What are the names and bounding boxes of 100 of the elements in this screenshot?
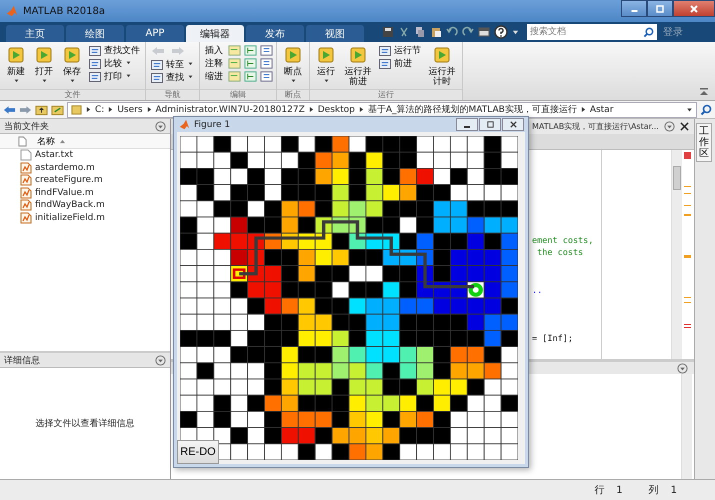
panel-menu-icon[interactable] <box>155 354 166 366</box>
ribbon-button[interactable]: 运行 <box>313 44 339 89</box>
code-line: ement costs, <box>532 236 594 246</box>
file-item[interactable]: Astar.txt <box>0 149 170 162</box>
matlab-logo-icon <box>6 5 18 17</box>
paste-icon[interactable] <box>430 26 442 38</box>
help-icon[interactable] <box>494 25 508 39</box>
ribbon-button[interactable]: 转至 <box>149 58 196 71</box>
ribbon-button[interactable]: 缩进 <box>203 70 225 83</box>
tool-icon[interactable] <box>244 70 257 83</box>
path-segment[interactable]: C: <box>95 104 104 114</box>
tool-icon[interactable] <box>228 44 241 57</box>
file-item[interactable]: astardemo.m <box>0 162 170 174</box>
file-item[interactable]: findWayBack.m <box>0 199 170 212</box>
ribbon-button[interactable]: 打印 <box>87 70 142 83</box>
ribbon-tab[interactable]: 发布 <box>246 25 304 42</box>
details-message: 选择文件以查看详细信息 <box>36 418 134 430</box>
search-icon <box>643 27 654 38</box>
close-button[interactable] <box>673 0 715 17</box>
cut-icon[interactable] <box>398 26 410 38</box>
ribbon-button[interactable]: 插入 <box>203 44 225 57</box>
tool-icon[interactable] <box>260 70 273 83</box>
tool-icon <box>348 45 368 65</box>
scrollbar[interactable] <box>671 150 682 359</box>
ribbon-button[interactable]: 运行节 <box>377 44 423 57</box>
ribbon-tab[interactable]: 主页 <box>6 25 64 42</box>
ribbon-button[interactable]: 比较 <box>87 57 142 70</box>
folder-up-icon[interactable] <box>35 104 48 116</box>
collapse-icon[interactable] <box>699 88 709 96</box>
panel-title: 当前文件夹 <box>4 120 49 132</box>
minimize-icon <box>630 10 638 12</box>
ribbon-button[interactable]: 新建 <box>3 44 29 89</box>
scrollbar[interactable] <box>681 374 692 479</box>
ribbon-button[interactable]: 注释 <box>203 57 225 70</box>
group-label: 断点 <box>277 89 309 100</box>
tool-icon <box>151 60 163 70</box>
ribbon-tab[interactable]: 编辑器 <box>186 25 244 42</box>
ribbon-button[interactable]: 断点 <box>280 44 306 89</box>
tool-icon <box>283 45 303 65</box>
tool-icon <box>89 58 101 68</box>
tool-icon[interactable] <box>260 44 273 57</box>
ribbon-tab[interactable]: 视图 <box>306 25 364 42</box>
ribbon-tab[interactable]: 绘图 <box>66 25 124 42</box>
tool-icon[interactable] <box>244 57 257 70</box>
sort-ascending-icon <box>59 138 66 144</box>
workspace-tab[interactable]: 工作区 <box>696 123 712 162</box>
maximize-button[interactable] <box>479 118 501 131</box>
column-header[interactable]: 名称 <box>31 134 55 148</box>
file-item[interactable]: findFValue.m <box>0 186 170 199</box>
code-line: = [Inf]; <box>532 334 574 344</box>
panel-title: 详细信息 <box>4 354 40 366</box>
path-segment[interactable]: Administrator.WIN7U-20180127Z <box>156 104 305 114</box>
file-item[interactable]: createFigure.m <box>0 174 170 186</box>
search-icon[interactable] <box>700 104 712 116</box>
caret-icon[interactable] <box>512 28 519 36</box>
path-segment[interactable]: Desktop <box>318 104 355 114</box>
panel-menu-icon[interactable] <box>677 362 688 374</box>
file-item[interactable]: initializeField.m <box>0 212 170 224</box>
window-layout-icon[interactable] <box>478 26 490 38</box>
ribbon-button[interactable]: 打开 <box>31 44 57 89</box>
ribbon-button[interactable]: 前进 <box>377 57 423 70</box>
ribbon-button[interactable]: 查找文件 <box>87 44 142 57</box>
save-icon[interactable] <box>382 26 394 38</box>
chevron-icon <box>86 106 91 113</box>
ribbon-button[interactable]: 查找 <box>149 71 196 84</box>
back-arrow-icon[interactable] <box>3 104 16 114</box>
status-label: 行 <box>594 484 604 497</box>
path-segment[interactable]: 基于A_算法的路径规划的MATLAB实现，可直接运行 <box>368 103 577 116</box>
panel-menu-icon[interactable] <box>155 120 166 132</box>
group-label: 运行 <box>310 89 462 100</box>
ribbon-button[interactable]: 运行并前进 <box>341 44 375 89</box>
minimize-button[interactable] <box>456 118 478 131</box>
path-segment[interactable]: Users <box>117 104 143 114</box>
tool-icon[interactable] <box>244 44 257 57</box>
maximize-icon <box>655 4 665 14</box>
redo-button[interactable]: RE-DO <box>177 440 219 464</box>
login-button[interactable]: 登录 <box>659 25 687 39</box>
chevron-icon <box>108 106 114 113</box>
copy-icon[interactable] <box>414 26 426 38</box>
script-file-icon <box>20 199 32 212</box>
close-icon[interactable] <box>680 122 689 131</box>
tool-icon[interactable] <box>260 57 273 70</box>
ribbon-button[interactable]: 保存 <box>59 44 85 89</box>
path-segment[interactable]: Astar <box>590 104 614 114</box>
undo-icon[interactable] <box>446 26 458 38</box>
tool-icon <box>432 45 452 65</box>
minimize-button[interactable] <box>621 0 647 17</box>
close-button[interactable] <box>502 118 524 131</box>
panel-menu-icon[interactable] <box>664 121 675 132</box>
browse-folder-icon[interactable] <box>51 104 64 116</box>
caret-icon[interactable] <box>686 106 693 112</box>
group-label: 文件 <box>0 89 145 100</box>
status-value: 1 <box>616 484 623 496</box>
path-field[interactable]: C: Users Administrator.WIN7U-20180127Z Desktop 基于A_算法的路径规划的MATLAB实现，可直接运行 Astar <box>67 102 697 118</box>
ribbon-button[interactable]: 运行并计时 <box>425 44 459 89</box>
redo-icon[interactable] <box>462 26 474 38</box>
search-field[interactable]: 搜索文档 <box>527 24 657 40</box>
ribbon-tab[interactable]: APP <box>126 25 184 42</box>
maximize-button[interactable] <box>647 0 673 17</box>
minimize-icon <box>464 126 470 128</box>
